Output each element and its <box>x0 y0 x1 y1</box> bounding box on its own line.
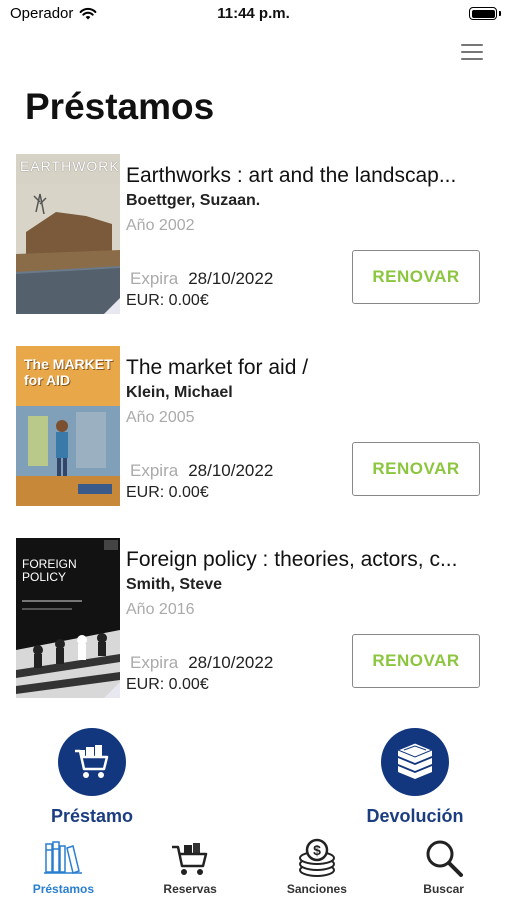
svg-text:$: $ <box>313 842 321 858</box>
cart-icon <box>75 745 109 778</box>
expiry-label: Expira <box>130 269 179 288</box>
battery-icon <box>469 7 501 20</box>
expiry-row: Expira 28/10/2022 <box>130 461 273 481</box>
book-year: Año 2002 <box>126 217 195 234</box>
return-circle[interactable] <box>381 728 449 796</box>
expiry-date: 28/10/2022 <box>188 269 274 288</box>
clock: 11:44 p.m. <box>217 5 290 22</box>
books-icon <box>44 841 83 874</box>
renew-button[interactable]: RENOVAR <box>352 250 480 304</box>
tab-reservations[interactable]: Reservas <box>127 838 254 900</box>
book-title[interactable]: The market for aid / <box>126 356 494 380</box>
book-cover[interactable]: FOREIGN POLICY <box>16 538 120 698</box>
loan-list: EARTHWORKS Earthworks : art and the land… <box>0 152 507 728</box>
fee-amount: EUR: 0.00€ <box>126 676 209 693</box>
loan-item[interactable]: The MARKET for AID The market for aid / … <box>0 344 507 536</box>
status-bar: Operador 11:44 p.m. <box>0 0 507 30</box>
fee-amount: EUR: 0.00€ <box>126 484 209 501</box>
coins-icon: $ <box>298 838 335 877</box>
return-action-button[interactable]: Devolución <box>345 728 485 827</box>
loan-action-button[interactable]: Préstamo <box>22 728 162 827</box>
tab-loans[interactable]: Préstamos <box>0 838 127 900</box>
cover-title: EARTHWORKS <box>20 158 120 174</box>
tab-label: Sanciones <box>286 882 347 896</box>
tab-label: Buscar <box>423 882 464 896</box>
book-author: Smith, Steve <box>126 576 223 593</box>
cover-title: FOREIGN POLICY <box>22 557 77 584</box>
search-icon <box>426 840 463 877</box>
cart-icon <box>172 843 208 875</box>
fee-amount: EUR: 0.00€ <box>126 292 209 309</box>
book-year: Año 2016 <box>126 601 195 618</box>
book-author: Klein, Michael <box>126 384 233 401</box>
loan-circle[interactable] <box>58 728 126 796</box>
loan-item[interactable]: EARTHWORKS Earthworks : art and the land… <box>0 152 507 344</box>
expiry-date: 28/10/2022 <box>188 461 274 480</box>
book-stack-icon <box>396 742 434 779</box>
expiry-date: 28/10/2022 <box>188 653 274 672</box>
loan-item[interactable]: FOREIGN POLICY Foreign policy : theories… <box>0 536 507 728</box>
cover-title: The MARKET for AID <box>24 356 113 388</box>
expiry-label: Expira <box>130 461 179 480</box>
hamburger-icon[interactable] <box>461 44 483 60</box>
tab-bar: Préstamos Reservas $ Sanciones Buscar <box>0 838 507 900</box>
tab-sanctions[interactable]: $ Sanciones <box>254 838 381 900</box>
renew-button[interactable]: RENOVAR <box>352 442 480 496</box>
tab-label: Reservas <box>163 882 217 896</box>
tab-label: Préstamos <box>32 882 95 896</box>
page-title: Préstamos <box>25 86 215 127</box>
book-cover[interactable]: The MARKET for AID <box>16 346 120 506</box>
renew-button[interactable]: RENOVAR <box>352 634 480 688</box>
expiry-row: Expira 28/10/2022 <box>130 653 273 673</box>
return-action-label: Devolución <box>366 806 464 826</box>
book-cover[interactable]: EARTHWORKS <box>16 154 120 314</box>
loan-action-label: Préstamo <box>50 806 134 826</box>
book-title[interactable]: Earthworks : art and the landscap... <box>126 164 494 188</box>
expiry-row: Expira 28/10/2022 <box>130 269 273 289</box>
tab-search[interactable]: Buscar <box>380 838 507 900</box>
book-year: Año 2005 <box>126 409 195 426</box>
expiry-label: Expira <box>130 653 179 672</box>
book-title[interactable]: Foreign policy : theories, actors, c... <box>126 548 494 572</box>
book-author: Boettger, Suzaan. <box>126 192 261 209</box>
